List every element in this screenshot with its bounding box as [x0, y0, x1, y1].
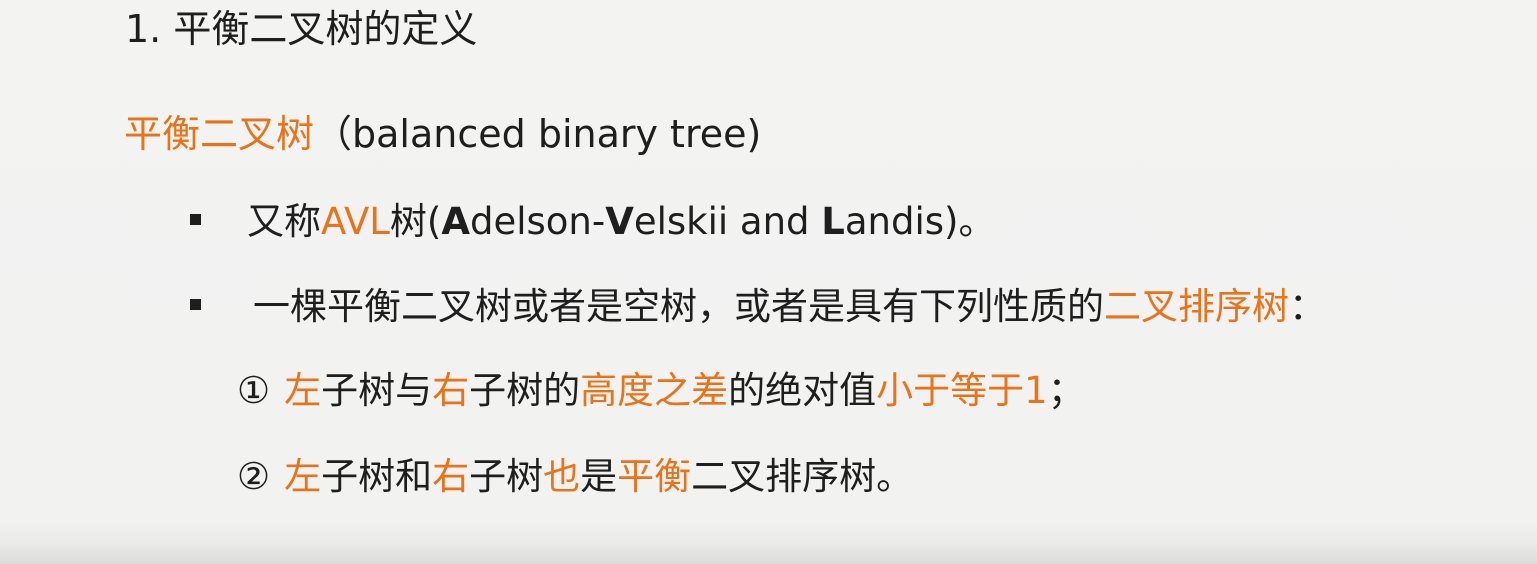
- bullet1-delson: delson-: [469, 200, 606, 243]
- bold-v: V: [605, 200, 634, 243]
- square-bullet-icon: [190, 214, 201, 225]
- bullet1-prefix: 又称: [247, 200, 321, 243]
- item1-t2: 子树的: [469, 369, 581, 412]
- item2-left: 左: [284, 455, 322, 498]
- bold-l: L: [821, 200, 845, 243]
- bullet2-text: 一棵平衡二叉树或者是空树，或者是具有下列性质的: [253, 285, 1104, 328]
- bold-a: A: [441, 200, 470, 243]
- item2-also: 也: [543, 455, 581, 498]
- item1-right: 右: [432, 369, 470, 412]
- item1-end: ；: [1047, 369, 1085, 412]
- bullet1-tree-open: 树(: [389, 200, 442, 243]
- property-item-1: ① 左子树与右子树的高度之差的绝对值小于等于1；: [237, 372, 1085, 409]
- term-balanced-binary-tree: 平衡二叉树: [124, 112, 315, 156]
- item2-right: 右: [432, 455, 470, 498]
- definition-title: 平衡二叉树（balanced binary tree): [124, 115, 761, 153]
- bullet-definition: 一棵平衡二叉树或者是空树，或者是具有下列性质的二叉排序树：: [190, 288, 1326, 325]
- square-bullet-icon: [190, 299, 201, 310]
- bullet1-andis: andis)。: [844, 200, 996, 243]
- property-item-2: ② 左子树和右子树也是平衡二叉排序树。: [237, 458, 913, 495]
- binary-sort-tree-highlight: 二叉排序树: [1104, 285, 1289, 328]
- item1-t1: 子树与: [321, 369, 433, 412]
- item2-balanced: 平衡: [617, 455, 692, 498]
- item1-t3: 的绝对值: [728, 369, 877, 412]
- avl-highlight: AVL: [321, 200, 390, 243]
- section-heading: 1. 平衡二叉树的定义: [125, 7, 478, 51]
- item2-t3: 是: [580, 455, 618, 498]
- item2-t2: 子树: [469, 455, 544, 498]
- item1-height-diff: 高度之差: [580, 369, 729, 412]
- item1-le1: 小于等于1: [876, 369, 1048, 412]
- circled-one-marker: ①: [237, 369, 271, 412]
- bullet2-colon: ：: [1289, 285, 1326, 328]
- item2-t4: 二叉排序树。: [691, 455, 914, 498]
- item2-t1: 子树和: [321, 455, 433, 498]
- term-english: （balanced binary tree): [314, 112, 762, 156]
- circled-two-marker: ②: [237, 455, 271, 498]
- bullet1-elskii: elskii and: [633, 200, 822, 243]
- bullet-avl-alias: 又称AVL树(Adelson-Velskii and Landis)。: [190, 203, 995, 240]
- item1-left: 左: [284, 369, 322, 412]
